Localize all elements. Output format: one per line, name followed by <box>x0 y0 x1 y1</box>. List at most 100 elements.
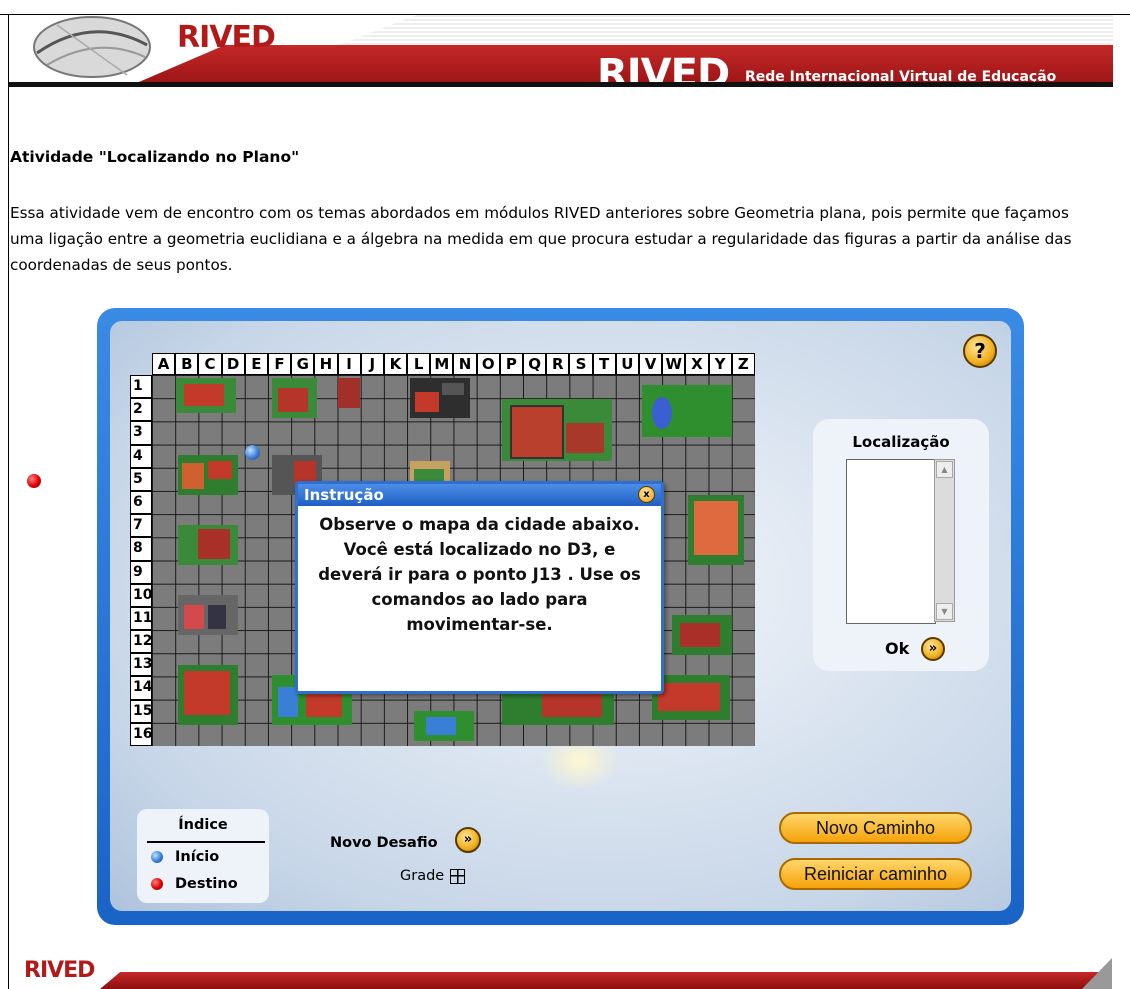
column-header: U <box>615 353 639 375</box>
row-header: 8 <box>130 537 152 561</box>
legend-divider <box>147 841 265 843</box>
ok-button[interactable]: » <box>921 637 945 661</box>
column-header: K <box>383 353 408 375</box>
building <box>178 525 238 565</box>
column-header: F <box>267 353 292 375</box>
reiniciar-caminho-button[interactable]: Reiniciar caminho <box>779 858 972 890</box>
instruction-dialog: Instrução x Observe o mapa da cidade aba… <box>295 481 664 694</box>
building <box>178 595 238 635</box>
grade-toggle[interactable]: Grade <box>400 868 466 884</box>
novo-caminho-button[interactable]: Novo Caminho <box>779 812 972 844</box>
row-header: 16 <box>130 722 152 746</box>
park <box>642 385 732 437</box>
column-header: O <box>476 353 500 375</box>
map-row-headers: 1 2 3 4 5 6 7 8 9 10 11 12 13 14 15 16 <box>130 375 152 746</box>
column-header: Q <box>523 353 547 375</box>
help-button[interactable]: ? <box>963 334 997 368</box>
footer-red-band <box>100 972 1112 989</box>
legend-title: Índice <box>178 817 228 833</box>
row-header: 3 <box>130 421 152 445</box>
building <box>178 665 238 725</box>
red-bullet-icon <box>27 474 41 488</box>
row-header: 2 <box>130 398 152 422</box>
column-header: E <box>244 353 268 375</box>
building <box>272 378 317 418</box>
legend-start: Início <box>151 849 219 865</box>
row-header: 6 <box>130 490 152 515</box>
map-column-headers: ABCDEFGHIJKLMNOPQRSTUVWXYZ <box>152 353 755 375</box>
scroll-down-icon[interactable]: ▼ <box>936 603 953 620</box>
column-header: P <box>499 353 523 375</box>
building <box>688 495 744 565</box>
dialog-title: Instrução <box>304 486 384 504</box>
row-header: 10 <box>130 583 152 607</box>
building <box>410 378 470 418</box>
header-divider <box>9 82 1113 87</box>
novo-desafio-label: Novo Desafio <box>330 835 438 851</box>
row-header: 5 <box>130 467 152 491</box>
rived-header: RIVED RIVED Rede Internacional Virtual d… <box>9 15 1113 87</box>
column-header: A <box>152 353 176 375</box>
column-header: Z <box>731 353 755 375</box>
column-header: C <box>198 353 222 375</box>
row-header: 15 <box>130 699 152 723</box>
activity-app-canvas: ? ABCDEFGHIJKLMNOPQRSTUVWXYZ 1 2 3 4 5 6 7 8 9 10… <box>110 321 1011 911</box>
column-header: D <box>221 353 245 375</box>
row-header: 9 <box>130 560 152 584</box>
column-header: W <box>662 353 686 375</box>
building <box>502 399 612 461</box>
column-header: G <box>291 353 315 375</box>
column-header: X <box>685 353 709 375</box>
globe-logo-icon <box>33 16 151 78</box>
row-header: 12 <box>130 630 152 654</box>
red-dot-icon <box>151 878 163 890</box>
legend: Índice Início Destino <box>137 809 269 903</box>
legend-destination-label: Destino <box>175 876 238 892</box>
row-header: 14 <box>130 676 152 700</box>
ok-label: Ok <box>885 639 910 658</box>
location-title: Localização <box>852 433 950 451</box>
scroll-up-icon[interactable]: ▲ <box>936 461 953 478</box>
location-panel: Localização ▲ ▼ Ok » <box>813 419 989 671</box>
location-scrollbar[interactable]: ▲ ▼ <box>934 459 955 622</box>
park <box>414 711 474 741</box>
column-header: H <box>314 353 338 375</box>
column-header: R <box>546 353 570 375</box>
column-header: V <box>638 353 663 375</box>
start-marker-icon <box>245 445 260 460</box>
grid-icon[interactable] <box>450 868 466 884</box>
dialog-message: Observe o mapa da cidade abaixo. Você es… <box>318 515 641 634</box>
column-header: N <box>453 353 477 375</box>
column-header: S <box>569 353 593 375</box>
blue-dot-icon <box>151 851 163 863</box>
footer-logo: RIVED <box>24 958 95 983</box>
row-header: 4 <box>130 444 152 468</box>
activity-app-frame: ? ABCDEFGHIJKLMNOPQRSTUVWXYZ 1 2 3 4 5 6 7 8 9 10… <box>97 308 1024 925</box>
row-header: 11 <box>130 606 152 631</box>
novo-desafio-button[interactable]: » <box>455 827 481 853</box>
location-list[interactable] <box>846 459 936 624</box>
activity-description: Essa atividade vem de encontro com os te… <box>10 204 1072 274</box>
building <box>176 378 236 413</box>
column-header: B <box>175 353 199 375</box>
row-header: 1 <box>130 375 152 399</box>
dialog-title-bar: Instrução x <box>298 484 661 506</box>
row-header: 7 <box>130 514 152 538</box>
header-stripes <box>339 15 1113 45</box>
column-header: Y <box>708 353 732 375</box>
row-header: 13 <box>130 653 152 677</box>
header-logo-small: RIVED <box>177 20 276 55</box>
column-header: L <box>407 353 431 375</box>
legend-start-label: Início <box>175 849 220 865</box>
column-header: T <box>592 353 616 375</box>
building <box>178 455 238 495</box>
column-header: M <box>430 353 454 375</box>
close-icon[interactable]: x <box>638 486 655 503</box>
activity-title: Atividade "Localizando no Plano" <box>10 148 300 166</box>
grade-label: Grade <box>400 868 445 884</box>
building <box>338 378 360 408</box>
column-header: J <box>360 353 384 375</box>
column-header: I <box>337 353 361 375</box>
building <box>672 615 732 655</box>
legend-destination: Destino <box>151 876 238 892</box>
